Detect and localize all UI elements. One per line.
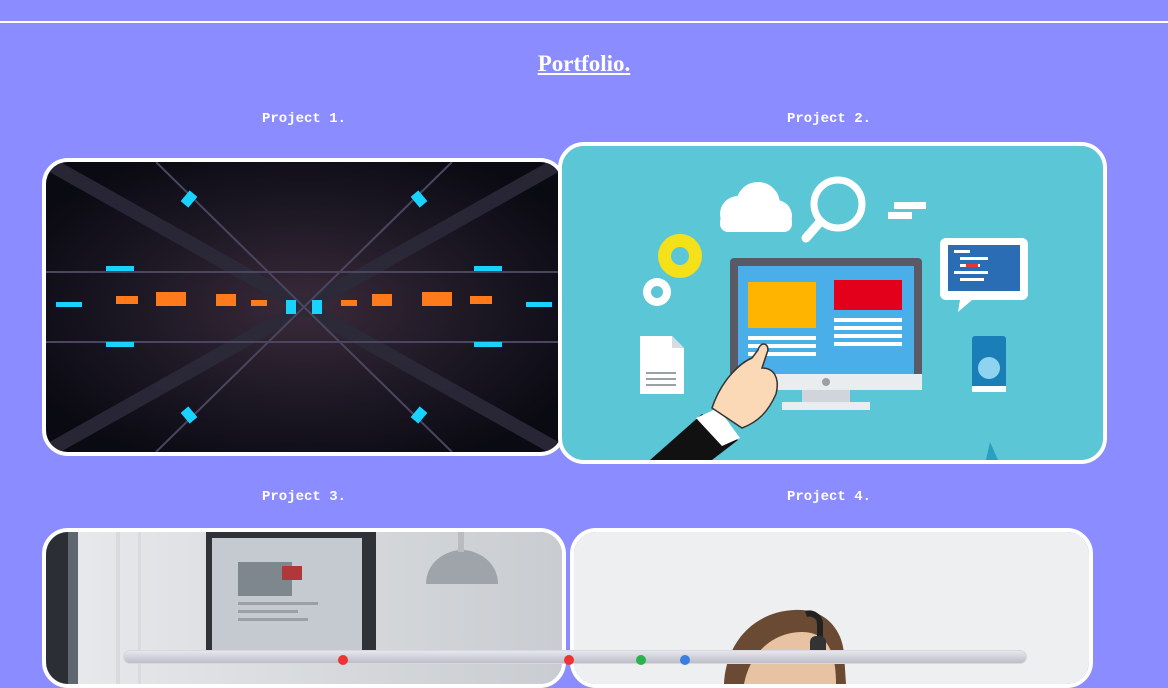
dock-app-icon[interactable] (680, 655, 690, 665)
project-4-card[interactable] (570, 528, 1093, 688)
sci-fi-tunnel-image (46, 162, 562, 452)
project-1-card[interactable] (42, 158, 566, 456)
web-development-illustration (562, 146, 1103, 460)
project-3-card[interactable] (42, 528, 566, 688)
project-2-card[interactable] (558, 142, 1107, 464)
project-4-label: Project 4. (786, 489, 871, 505)
page-title: Portfolio. (537, 51, 631, 76)
dock-app-icon[interactable] (636, 655, 646, 665)
dock-app-icon[interactable] (338, 655, 348, 665)
system-dock[interactable] (123, 650, 1027, 665)
header-divider (0, 21, 1168, 23)
project-2-label: Project 2. (786, 111, 871, 127)
project-1-label: Project 1. (261, 111, 346, 127)
dock-app-icon[interactable] (564, 655, 574, 665)
project-3-label: Project 3. (261, 489, 346, 505)
